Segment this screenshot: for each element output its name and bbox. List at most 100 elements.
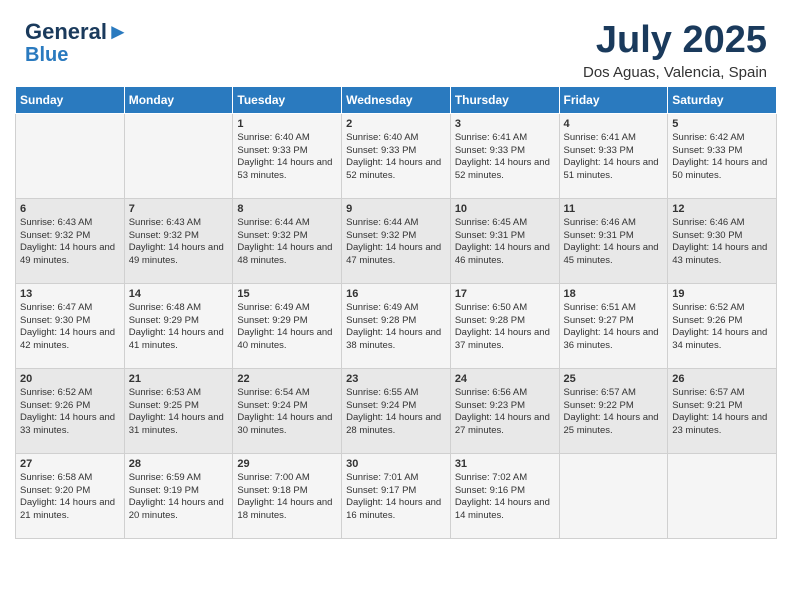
day-number: 14 — [129, 288, 229, 300]
day-number: 13 — [20, 288, 120, 300]
calendar-cell: 11 Sunrise: 6:46 AMSunset: 9:31 PMDayligh… — [559, 198, 668, 283]
day-number: 12 — [672, 203, 772, 215]
calendar-cell: 21 Sunrise: 6:53 AMSunset: 9:25 PMDayligh… — [124, 368, 233, 453]
calendar-cell: 22 Sunrise: 6:54 AMSunset: 9:24 PMDayligh… — [233, 368, 342, 453]
day-number: 29 — [237, 458, 337, 470]
day-info: Sunrise: 6:53 AMSunset: 9:25 PMDaylight:… — [129, 387, 229, 438]
day-info: Sunrise: 6:59 AMSunset: 9:19 PMDaylight:… — [129, 472, 229, 523]
day-number: 21 — [129, 373, 229, 385]
day-info: Sunrise: 6:44 AMSunset: 9:32 PMDaylight:… — [346, 217, 446, 268]
calendar-cell: 25 Sunrise: 6:57 AMSunset: 9:22 PMDayligh… — [559, 368, 668, 453]
day-number: 11 — [564, 203, 664, 215]
day-info: Sunrise: 7:01 AMSunset: 9:17 PMDaylight:… — [346, 472, 446, 523]
day-info: Sunrise: 7:02 AMSunset: 9:16 PMDaylight:… — [455, 472, 555, 523]
calendar-cell: 17 Sunrise: 6:50 AMSunset: 9:28 PMDayligh… — [450, 283, 559, 368]
calendar-table: SundayMondayTuesdayWednesdayThursdayFrid… — [15, 86, 777, 539]
day-of-week-header: Thursday — [450, 86, 559, 113]
calendar-cell: 14 Sunrise: 6:48 AMSunset: 9:29 PMDayligh… — [124, 283, 233, 368]
day-number: 16 — [346, 288, 446, 300]
day-info: Sunrise: 6:46 AMSunset: 9:30 PMDaylight:… — [672, 217, 772, 268]
day-number: 20 — [20, 373, 120, 385]
day-number: 25 — [564, 373, 664, 385]
day-number: 17 — [455, 288, 555, 300]
day-of-week-header: Sunday — [16, 86, 125, 113]
day-info: Sunrise: 6:41 AMSunset: 9:33 PMDaylight:… — [564, 132, 664, 183]
month-title: July 2025 — [583, 20, 767, 62]
day-number: 24 — [455, 373, 555, 385]
day-number: 8 — [237, 203, 337, 215]
logo-text: General► — [25, 20, 129, 44]
calendar-cell: 8Sunrise: 6:44 AMSunset: 9:32 PMDaylight… — [233, 198, 342, 283]
day-info: Sunrise: 6:51 AMSunset: 9:27 PMDaylight:… — [564, 302, 664, 353]
calendar-cell: 4 Sunrise: 6:41 AMSunset: 9:33 PMDaylight… — [559, 113, 668, 198]
day-number: 30 — [346, 458, 446, 470]
day-info: Sunrise: 6:57 AMSunset: 9:21 PMDaylight:… — [672, 387, 772, 438]
day-number: 3 — [455, 118, 555, 130]
day-info: Sunrise: 6:49 AMSunset: 9:28 PMDaylight:… — [346, 302, 446, 353]
calendar-week-row: 6 Sunrise: 6:43 AMSunset: 9:32 PMDaylight… — [16, 198, 777, 283]
calendar-cell: 29 Sunrise: 7:00 AMSunset: 9:18 PMDayligh… — [233, 453, 342, 538]
day-info: Sunrise: 6:47 AMSunset: 9:30 PMDaylight:… — [20, 302, 120, 353]
day-number: 15 — [237, 288, 337, 300]
calendar-cell: 15 Sunrise: 6:49 AMSunset: 9:29 PMDayligh… — [233, 283, 342, 368]
calendar-cell: 16 Sunrise: 6:49 AMSunset: 9:28 PMDayligh… — [342, 283, 451, 368]
calendar-cell: 6 Sunrise: 6:43 AMSunset: 9:32 PMDaylight… — [16, 198, 125, 283]
day-of-week-header: Monday — [124, 86, 233, 113]
day-info: Sunrise: 6:56 AMSunset: 9:23 PMDaylight:… — [455, 387, 555, 438]
day-info: Sunrise: 6:43 AMSunset: 9:32 PMDaylight:… — [20, 217, 120, 268]
calendar-cell: 23 Sunrise: 6:55 AMSunset: 9:24 PMDayligh… — [342, 368, 451, 453]
day-number: 18 — [564, 288, 664, 300]
calendar-cell: 30 Sunrise: 7:01 AMSunset: 9:17 PMDayligh… — [342, 453, 451, 538]
calendar-week-row: 27 Sunrise: 6:58 AMSunset: 9:20 PMDayligh… — [16, 453, 777, 538]
day-number: 6 — [20, 203, 120, 215]
day-of-week-header: Saturday — [668, 86, 777, 113]
day-number: 27 — [20, 458, 120, 470]
day-number: 2 — [346, 118, 446, 130]
calendar-cell: 10 Sunrise: 6:45 AMSunset: 9:31 PMDayligh… — [450, 198, 559, 283]
calendar-cell: 20 Sunrise: 6:52 AMSunset: 9:26 PMDayligh… — [16, 368, 125, 453]
calendar-cell: 3 Sunrise: 6:41 AMSunset: 9:33 PMDaylight… — [450, 113, 559, 198]
calendar-cell: 18 Sunrise: 6:51 AMSunset: 9:27 PMDayligh… — [559, 283, 668, 368]
day-of-week-header: Tuesday — [233, 86, 342, 113]
day-info: Sunrise: 6:41 AMSunset: 9:33 PMDaylight:… — [455, 132, 555, 183]
calendar-cell — [124, 113, 233, 198]
day-number: 23 — [346, 373, 446, 385]
day-of-week-header: Friday — [559, 86, 668, 113]
day-number: 28 — [129, 458, 229, 470]
calendar-cell: 19 Sunrise: 6:52 AMSunset: 9:26 PMDayligh… — [668, 283, 777, 368]
calendar-week-row: 20 Sunrise: 6:52 AMSunset: 9:26 PMDayligh… — [16, 368, 777, 453]
day-number: 26 — [672, 373, 772, 385]
calendar-cell: 5 Sunrise: 6:42 AMSunset: 9:33 PMDaylight… — [668, 113, 777, 198]
location: Dos Aguas, Valencia, Spain — [583, 64, 767, 81]
day-info: Sunrise: 6:42 AMSunset: 9:33 PMDaylight:… — [672, 132, 772, 183]
day-info: Sunrise: 6:49 AMSunset: 9:29 PMDaylight:… — [237, 302, 337, 353]
day-info: Sunrise: 7:00 AMSunset: 9:18 PMDaylight:… — [237, 472, 337, 523]
calendar-cell: 9 Sunrise: 6:44 AMSunset: 9:32 PMDaylight… — [342, 198, 451, 283]
day-info: Sunrise: 6:46 AMSunset: 9:31 PMDaylight:… — [564, 217, 664, 268]
day-info: Sunrise: 6:48 AMSunset: 9:29 PMDaylight:… — [129, 302, 229, 353]
day-number: 10 — [455, 203, 555, 215]
calendar-cell — [668, 453, 777, 538]
day-info: Sunrise: 6:58 AMSunset: 9:20 PMDaylight:… — [20, 472, 120, 523]
day-info: Sunrise: 6:54 AMSunset: 9:24 PMDaylight:… — [237, 387, 337, 438]
day-info: Sunrise: 6:52 AMSunset: 9:26 PMDaylight:… — [20, 387, 120, 438]
day-info: Sunrise: 6:57 AMSunset: 9:22 PMDaylight:… — [564, 387, 664, 438]
day-info: Sunrise: 6:52 AMSunset: 9:26 PMDaylight:… — [672, 302, 772, 353]
day-number: 5 — [672, 118, 772, 130]
day-info: Sunrise: 6:50 AMSunset: 9:28 PMDaylight:… — [455, 302, 555, 353]
day-number: 4 — [564, 118, 664, 130]
page-header: General► Blue July 2025 Dos Aguas, Valen… — [10, 10, 782, 86]
day-info: Sunrise: 6:45 AMSunset: 9:31 PMDaylight:… — [455, 217, 555, 268]
calendar-cell: 13 Sunrise: 6:47 AMSunset: 9:30 PMDayligh… — [16, 283, 125, 368]
day-number: 22 — [237, 373, 337, 385]
day-info: Sunrise: 6:55 AMSunset: 9:24 PMDaylight:… — [346, 387, 446, 438]
day-of-week-header: Wednesday — [342, 86, 451, 113]
calendar-cell: 24 Sunrise: 6:56 AMSunset: 9:23 PMDayligh… — [450, 368, 559, 453]
title-block: July 2025 Dos Aguas, Valencia, Spain — [583, 20, 767, 81]
calendar-cell: 1Sunrise: 6:40 AMSunset: 9:33 PMDaylight… — [233, 113, 342, 198]
calendar-cell: 12 Sunrise: 6:46 AMSunset: 9:30 PMDayligh… — [668, 198, 777, 283]
day-number: 19 — [672, 288, 772, 300]
day-number: 31 — [455, 458, 555, 470]
day-number: 9 — [346, 203, 446, 215]
calendar-cell — [559, 453, 668, 538]
